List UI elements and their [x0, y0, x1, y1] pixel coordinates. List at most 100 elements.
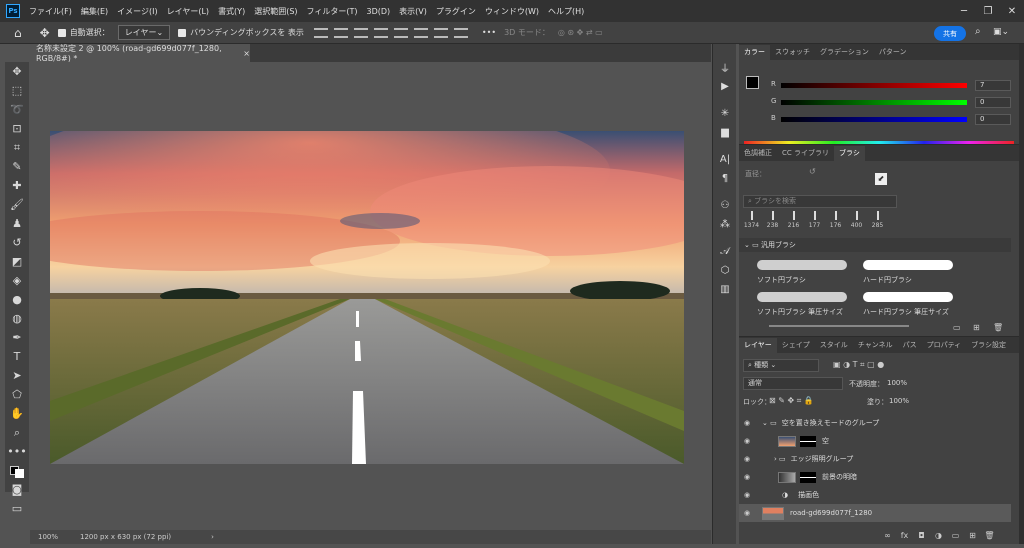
blue-slider[interactable]: B 0	[771, 114, 1011, 128]
tab-cc-libraries[interactable]: CC ライブラリ	[777, 146, 834, 161]
layer-row-sky[interactable]: ◉ 空	[739, 432, 1011, 450]
green-value[interactable]: 0	[975, 97, 1011, 108]
brush-preset[interactable]: 238	[762, 211, 783, 229]
fill-value[interactable]: 100%	[889, 397, 909, 405]
eye-icon[interactable]: ◉	[744, 437, 758, 445]
close-icon[interactable]: ✕	[1000, 6, 1024, 17]
brush-preset[interactable]: 216	[783, 211, 804, 229]
folder-icon[interactable]: ▭	[947, 531, 964, 540]
new-icon[interactable]: ⊞	[973, 323, 980, 332]
menu-select[interactable]: 選択範囲(S)	[254, 6, 297, 17]
tab-properties[interactable]: プロパティ	[922, 338, 967, 353]
3d-icon[interactable]: ⬡	[713, 261, 737, 280]
layer-row-foreground-lighting[interactable]: ◉ 前景の明暗	[739, 468, 1011, 486]
character-icon[interactable]: A|	[713, 150, 737, 169]
history-icon[interactable]: ⏚	[713, 58, 737, 77]
canvas-area[interactable]	[30, 62, 711, 530]
menu-3d[interactable]: 3D(D)	[367, 7, 391, 16]
reset-icon[interactable]: ↺	[809, 167, 816, 176]
libraries-icon[interactable]: ▥	[713, 280, 737, 299]
tab-paths[interactable]: パス	[898, 338, 922, 353]
status-arrow-icon[interactable]: ›	[211, 533, 214, 541]
paragraph-icon[interactable]: ¶	[713, 169, 737, 188]
brush-item-hard-round[interactable]: ハード円ブラシ	[859, 260, 959, 290]
brush-tool-icon[interactable]: 🖌	[5, 195, 29, 214]
eye-icon[interactable]: ◉	[744, 455, 758, 463]
menu-help[interactable]: ヘルプ(H)	[548, 6, 584, 17]
layer-row-color-fill[interactable]: ◉ ◑ 描画色	[739, 486, 1011, 504]
glyphs-icon[interactable]: ⁂	[713, 215, 737, 234]
link-icon[interactable]: ∞	[879, 531, 896, 540]
trash-icon[interactable]: 🗑	[993, 323, 1003, 332]
menu-filter[interactable]: フィルター(T)	[307, 6, 358, 17]
object-select-tool-icon[interactable]: ⊡	[5, 119, 29, 138]
tab-brushes[interactable]: ブラシ	[834, 146, 865, 161]
layer-row-sky-group[interactable]: ◉ ⌄ ▭ 空を置き換えモードのグループ	[739, 414, 1011, 432]
tab-styles[interactable]: スタイル	[815, 338, 853, 353]
foreground-swatch[interactable]	[746, 76, 759, 89]
edit-toolbar-icon[interactable]: •••	[5, 442, 29, 461]
layer-filter-dropdown[interactable]: ⌕ 種類 ⌄	[743, 359, 819, 372]
move-tool-icon[interactable]: ✥	[40, 26, 50, 40]
share-button[interactable]: 共有	[934, 26, 966, 41]
workspace-icon[interactable]: ▣⌄	[993, 27, 1009, 37]
green-slider[interactable]: G 0	[771, 97, 1011, 111]
screen-mode-icon[interactable]: ▭	[5, 499, 29, 518]
dodge-tool-icon[interactable]: ◍	[5, 309, 29, 328]
brush-item-soft-round-pressure[interactable]: ソフト円ブラシ 筆圧サイズ	[753, 292, 853, 322]
align-center-icon[interactable]	[333, 27, 348, 38]
history-brush-tool-icon[interactable]: ↺	[5, 233, 29, 252]
brush-item-hard-round-pressure[interactable]: ハード円ブラシ 筆圧サイズ	[859, 292, 959, 322]
tab-adjustments[interactable]: 色調補正	[739, 146, 777, 161]
menu-image[interactable]: イメージ(I)	[117, 6, 157, 17]
layer-row-road[interactable]: ◉ road-gd699d077f_1280	[739, 504, 1011, 522]
type-tool-icon[interactable]: T	[5, 347, 29, 366]
menu-plugins[interactable]: プラグイン	[436, 6, 476, 17]
hand-tool-icon[interactable]: ✋	[5, 404, 29, 423]
brush-preset[interactable]: 285	[867, 211, 888, 229]
align-right-icon[interactable]	[353, 27, 368, 38]
adjustments-icon[interactable]: ✳	[713, 104, 737, 123]
distribute-v-icon[interactable]	[453, 27, 468, 38]
folder-icon[interactable]: ▭	[953, 323, 961, 332]
brush-preset[interactable]: 176	[825, 211, 846, 229]
zoom-tool-icon[interactable]: ⌕	[5, 423, 29, 442]
bbox-checkbox[interactable]: バウンディングボックスを 表示	[178, 27, 304, 38]
actions-play-icon[interactable]: ▶	[713, 77, 737, 96]
close-tab-icon[interactable]: ×	[243, 49, 250, 58]
healing-brush-tool-icon[interactable]: ✚	[5, 176, 29, 195]
distribute-icon[interactable]	[433, 27, 448, 38]
eraser-tool-icon[interactable]: ◩	[5, 252, 29, 271]
layer-filter-icons[interactable]: ▣ ◑ T ⌗ ▢ ●	[833, 360, 884, 370]
document-tab[interactable]: 名称未設定 2 @ 100% (road-gd699d077f_1280, RG…	[30, 44, 250, 63]
layer-row-edge-lighting-group[interactable]: ◉ › ▭ エッジ照明グループ	[739, 450, 1011, 468]
align-top-icon[interactable]	[373, 27, 388, 38]
lasso-tool-icon[interactable]: ➰	[5, 100, 29, 119]
red-value[interactable]: 7	[975, 80, 1011, 91]
align-left-icon[interactable]	[313, 27, 328, 38]
brush-search-input[interactable]: ⌕ ブラシを検索	[743, 195, 897, 208]
brush-preset[interactable]: 400	[846, 211, 867, 229]
tab-channels[interactable]: チャンネル	[853, 338, 898, 353]
new-layer-icon[interactable]: ⊞	[964, 531, 981, 540]
pen-tool-icon[interactable]: ✒	[5, 328, 29, 347]
path-select-tool-icon[interactable]: ➤	[5, 366, 29, 385]
zoom-level[interactable]: 100%	[38, 533, 58, 541]
blur-tool-icon[interactable]: ●	[5, 290, 29, 309]
tab-shapes[interactable]: シェイプ	[777, 338, 815, 353]
marquee-tool-icon[interactable]: ⬚	[5, 81, 29, 100]
styles-icon[interactable]: 𝒜	[713, 242, 737, 261]
new-brush-icon[interactable]: ⬋	[875, 173, 887, 185]
align-bottom-icon[interactable]	[413, 27, 428, 38]
quick-mask-icon[interactable]: ◙	[5, 480, 29, 499]
eye-icon[interactable]: ◉	[744, 491, 758, 499]
minimize-icon[interactable]: ─	[952, 6, 976, 17]
eye-icon[interactable]: ◉	[744, 473, 758, 481]
adjustment-icon[interactable]: ◑	[930, 531, 947, 540]
brush-preset[interactable]: 1374	[741, 211, 762, 229]
move-tool-icon[interactable]: ✥	[5, 62, 29, 81]
menu-file[interactable]: ファイル(F)	[29, 6, 72, 17]
align-middle-icon[interactable]	[393, 27, 408, 38]
panel-scrollbar[interactable]	[1019, 44, 1024, 544]
document-size[interactable]: 1200 px x 630 px (72 ppi)	[80, 533, 171, 541]
